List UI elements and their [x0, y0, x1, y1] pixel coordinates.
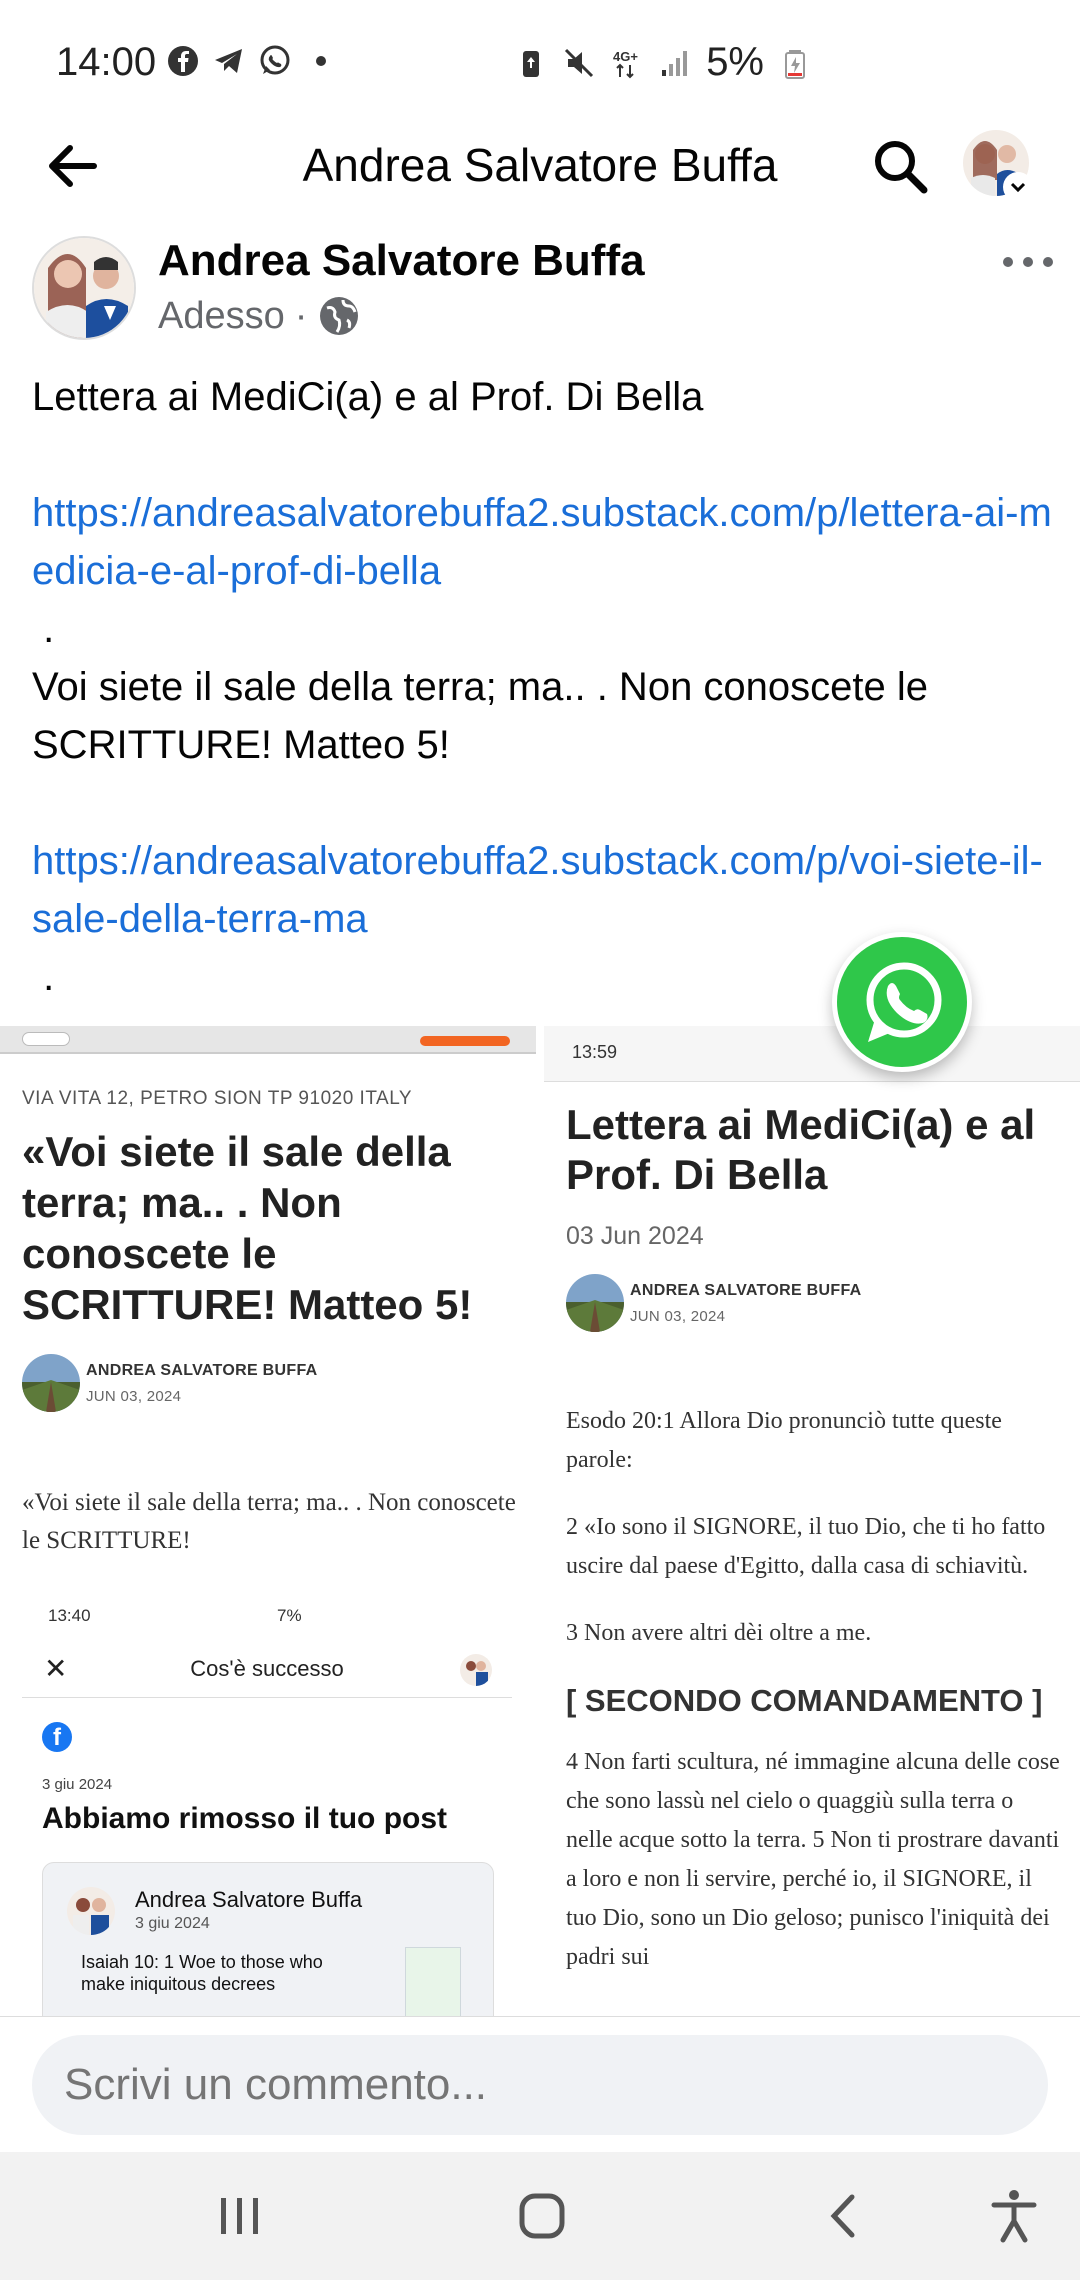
- system-navigation-bar: [0, 2152, 1080, 2280]
- article-paragraph: 4 Non farti scultura, né immagine alcuna…: [566, 1749, 1060, 1970]
- post-image-left[interactable]: VIA VITA 12, PETRO SION TP 91020 ITALY «…: [0, 1026, 536, 2016]
- post-time[interactable]: Adesso: [158, 295, 285, 338]
- facebook-icon: f: [42, 1722, 72, 1752]
- recent-apps-button[interactable]: [200, 2182, 280, 2250]
- search-icon[interactable]: [868, 134, 932, 198]
- post-image-grid: VIA VITA 12, PETRO SION TP 91020 ITALY «…: [0, 1026, 1080, 2016]
- article-section-heading: [ SECONDO COMANDAMENTO ]: [566, 1683, 1043, 1718]
- whatsapp-icon: [260, 45, 290, 75]
- back-icon: [830, 2194, 855, 2238]
- post-text: Lettera ai MediCi(a) e al Prof. Di Bella…: [32, 368, 1052, 1006]
- signal-bars-icon: [662, 50, 688, 76]
- more-options-icon[interactable]: [1000, 248, 1056, 276]
- post-author-name[interactable]: Andrea Salvatore Buffa: [158, 236, 645, 286]
- inner-app-bar: ✕ Cos'è successo: [22, 1642, 512, 1698]
- avatar-image: [460, 1654, 492, 1686]
- mute-icon: [565, 48, 594, 77]
- app-bar: Andrea Salvatore Buffa: [0, 120, 1080, 212]
- post-header: Andrea Salvatore Buffa Adesso ·: [0, 230, 1080, 350]
- post-image-right[interactable]: 13:59 Lettera ai MediCi(a) e al Prof. Di…: [544, 1026, 1080, 2016]
- inner-card-date: 3 giu 2024: [135, 1915, 210, 1932]
- post-line: Voi siete il sale della terra; ma.. . No…: [32, 665, 929, 767]
- article-body: Esodo 20:1 Allora Dio pronunciò tutte qu…: [566, 1402, 1064, 2005]
- comment-bar: [0, 2016, 1080, 2150]
- article-paragraph: 2 «Io sono il SIGNORE, il tuo Dio, che t…: [566, 1514, 1046, 1579]
- status-notification-icons: [166, 44, 338, 78]
- status-time: 14:00: [56, 40, 157, 84]
- landscape-avatar-image: [566, 1274, 624, 1332]
- recent-apps-icon: [221, 2198, 258, 2234]
- status-bar: 14:00 4G+ 5%: [0, 0, 1080, 120]
- inner-card-text: Isaiah 10: 1 Woe to those who make iniqu…: [81, 1952, 323, 1994]
- publication-address: VIA VITA 12, PETRO SION TP 91020 ITALY: [22, 1088, 413, 1109]
- avatar-image: [34, 238, 134, 338]
- facebook-icon: [168, 46, 198, 76]
- chevron-down-icon: [1010, 182, 1026, 193]
- byline-avatar: [22, 1354, 80, 1412]
- status-right-icons: 4G+ 5%: [514, 40, 812, 85]
- dot-icon: [316, 56, 326, 66]
- battery-saver-icon: [523, 50, 540, 77]
- article-title: Lettera ai MediCi(a) e al Prof. Di Bella: [566, 1101, 1036, 1198]
- inner-heading: Abbiamo rimosso il tuo post: [42, 1802, 448, 1835]
- byline-date: JUN 03, 2024: [86, 1388, 182, 1405]
- post-link[interactable]: https://andreasalvatorebuffa2.substack.c…: [32, 839, 1043, 941]
- meta-separator: ·: [294, 294, 308, 337]
- inner-status-time: 13:40: [48, 1606, 91, 1625]
- inner-card-avatar: [67, 1887, 115, 1935]
- article-headline: «Voi siete il sale della terra; ma.. . N…: [22, 1128, 473, 1328]
- landscape-avatar-image: [22, 1354, 80, 1412]
- orange-button-fragment: [420, 1036, 510, 1046]
- article-quote: «Voi siete il sale della terra; ma.. . N…: [22, 1489, 516, 1554]
- profile-menu-chevron[interactable]: [1003, 172, 1033, 202]
- image-phone-status: 13:59: [544, 1026, 1080, 1082]
- embedded-screenshot: 13:40 7% ✕ Cos'è successo f 3 giu 2024 A…: [22, 1606, 512, 2016]
- home-icon: [519, 2193, 565, 2239]
- inner-avatar: [460, 1654, 492, 1686]
- accessibility-icon: [991, 2190, 1037, 2243]
- article-paragraph: 3 Non avere altri dèi oltre a me.: [566, 1620, 872, 1646]
- home-button[interactable]: [502, 2182, 582, 2250]
- battery-icon: [785, 49, 805, 79]
- inner-title: Cos'è successo: [190, 1656, 344, 1681]
- inner-date: 3 giu 2024: [42, 1776, 113, 1793]
- battery-percent: 5%: [706, 40, 764, 84]
- byline-date: JUN 03, 2024: [630, 1308, 726, 1325]
- byline-name: ANDREA SALVATORE BUFFA: [86, 1362, 318, 1379]
- telegram-icon: [215, 49, 242, 73]
- whatsapp-floating-button[interactable]: [832, 932, 972, 1072]
- globe-icon: [320, 297, 359, 335]
- inner-card-name: Andrea Salvatore Buffa: [135, 1887, 363, 1912]
- post-author-avatar[interactable]: [32, 236, 136, 340]
- right-status-time: 13:59: [572, 1042, 618, 1062]
- nav-back-button[interactable]: [804, 2182, 884, 2250]
- image-top-strip: [0, 1026, 536, 1054]
- article-paragraph: Esodo 20:1 Allora Dio pronunciò tutte qu…: [566, 1408, 1002, 1473]
- 4g-signal-icon: 4G+: [613, 49, 639, 78]
- post-meta: Adesso ·: [158, 294, 361, 338]
- byline-name: ANDREA SALVATORE BUFFA: [630, 1282, 862, 1299]
- post-link[interactable]: https://andreasalvatorebuffa2.substack.c…: [32, 491, 1052, 593]
- accessibility-button[interactable]: [974, 2182, 1054, 2250]
- article-date: 03 Jun 2024: [566, 1222, 704, 1250]
- svg-text:4G+: 4G+: [613, 49, 638, 64]
- whatsapp-icon: [866, 962, 942, 1042]
- inner-post-card: Andrea Salvatore Buffa 3 giu 2024 Isaiah…: [42, 1862, 494, 2016]
- byline-avatar: [566, 1274, 624, 1332]
- avatar-image: [67, 1887, 115, 1935]
- post-line: Lettera ai MediCi(a) e al Prof. Di Bella: [32, 375, 704, 419]
- comment-input[interactable]: [32, 2035, 1048, 2135]
- post-line: .: [32, 607, 55, 651]
- inner-status-battery: 7%: [277, 1606, 302, 1625]
- inner-card-thumbnail: [405, 1947, 461, 2016]
